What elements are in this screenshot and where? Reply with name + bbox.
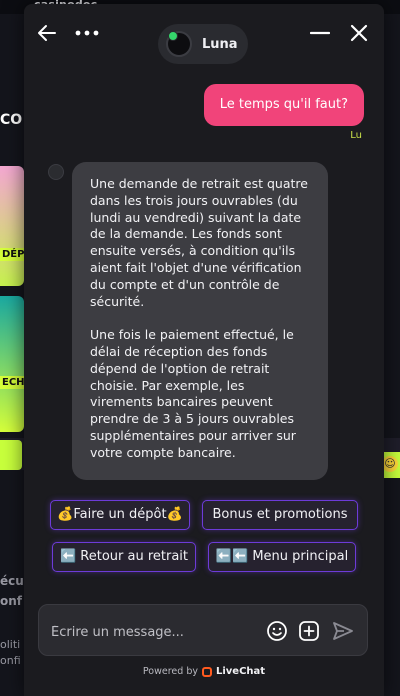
- site-promo-tile[interactable]: [0, 166, 24, 286]
- agent-name: Luna: [202, 36, 238, 52]
- chat-window: Luna Le temps qu'il faut? Lu Une demande…: [24, 4, 384, 696]
- agent-avatar: [166, 31, 192, 57]
- powered-by-footer[interactable]: Powered by LiveChat: [24, 666, 384, 677]
- message-author-tag: Lu: [350, 130, 362, 141]
- site-text-fragment: onfi: [0, 654, 21, 667]
- site-promo-tile-label: DÉP: [0, 248, 27, 261]
- livechat-logo-icon: [201, 666, 212, 677]
- smiley-icon: ☺: [382, 456, 398, 472]
- powered-by-text: Powered by: [142, 666, 198, 677]
- quick-reply-main-menu[interactable]: ⬅️⬅️ Menu principal: [208, 542, 356, 572]
- emoji-icon: [267, 621, 287, 641]
- bot-message-paragraph: Une demande de retrait est quatre dans l…: [90, 176, 308, 309]
- bot-message-paragraph: Une fois le paiement effectué, le délai …: [90, 327, 296, 460]
- send-icon: [333, 622, 353, 640]
- minimize-button[interactable]: [306, 20, 334, 46]
- send-button[interactable]: [331, 619, 355, 643]
- back-button[interactable]: [34, 20, 60, 46]
- close-button[interactable]: [346, 20, 372, 46]
- site-text-fragment: onf: [0, 594, 23, 608]
- bot-message: Une demande de retrait est quatre dans l…: [72, 162, 328, 480]
- site-banner-accent: [0, 440, 22, 470]
- user-message: Le temps qu'il faut?: [203, 84, 364, 126]
- emoji-button[interactable]: [265, 619, 289, 643]
- online-status-dot: [168, 31, 178, 41]
- site-heading-fragment: CO: [0, 112, 23, 128]
- more-options-button[interactable]: [72, 20, 102, 46]
- bot-avatar: [48, 164, 64, 180]
- quick-reply-deposit[interactable]: 💰Faire un dépôt💰: [50, 500, 190, 530]
- plus-square-icon: [299, 621, 319, 641]
- minimize-icon: [310, 31, 330, 35]
- quick-reply-bonus[interactable]: Bonus et promotions: [202, 500, 358, 530]
- site-text-fragment: oliti: [0, 638, 21, 651]
- livechat-brand: LiveChat: [215, 666, 266, 677]
- attach-button[interactable]: [297, 619, 321, 643]
- quick-reply-back-withdrawal[interactable]: ⬅️ Retour au retrait: [52, 542, 196, 572]
- site-text-fragment: écu: [0, 574, 24, 588]
- agent-info[interactable]: Luna: [158, 24, 248, 64]
- site-promo-tile-label: ECH: [0, 376, 27, 389]
- message-input[interactable]: [49, 619, 253, 645]
- site-promo-tile[interactable]: [0, 296, 24, 432]
- arrow-left-icon: [38, 25, 56, 41]
- more-dots-icon: [75, 30, 99, 36]
- message-composer: [38, 604, 368, 656]
- close-icon: [350, 24, 368, 42]
